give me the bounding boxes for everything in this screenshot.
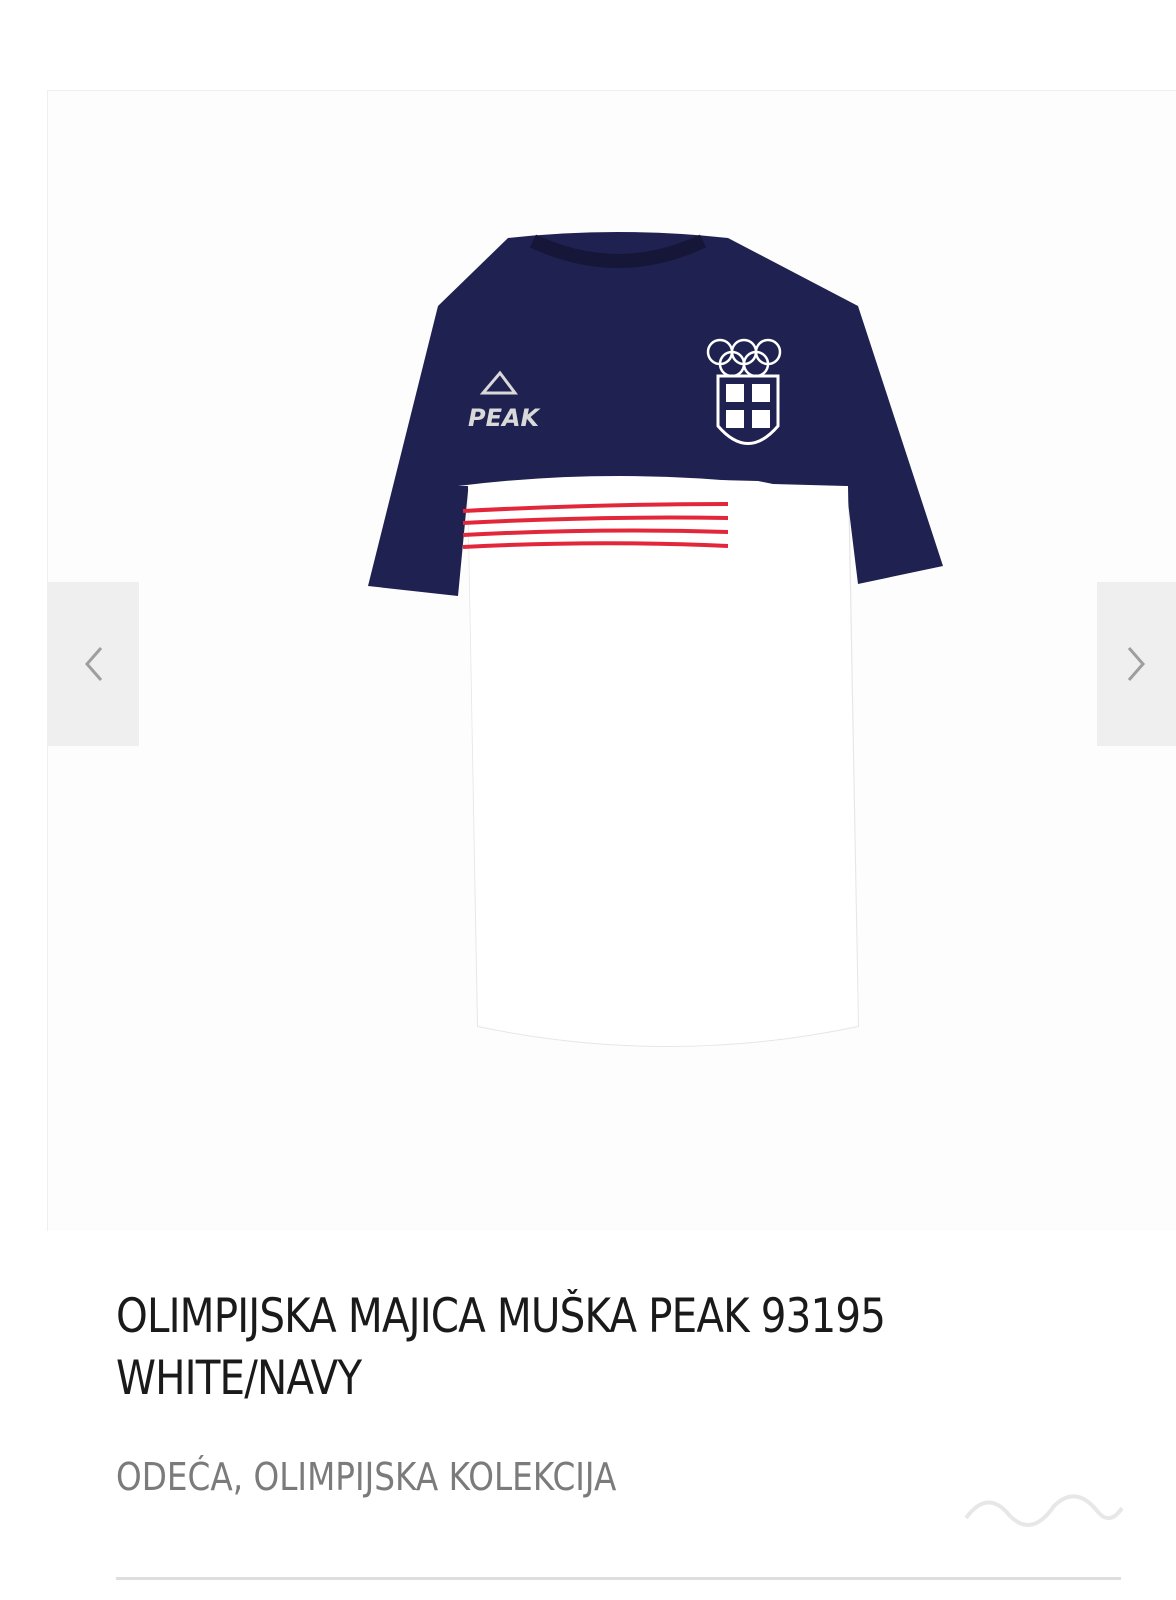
category-link[interactable]: ODEĆA [116,1455,233,1499]
product-categories: ODEĆA, OLIMPIJSKA KOLEKCIJA [116,1455,804,1499]
watermark-icon [964,1494,1124,1527]
product-title-line1: OLIMPIJSKA MAJICA MUŠKA PEAK 93195 [116,1289,886,1344]
category-separator: , [232,1455,254,1499]
chevron-left-icon [85,647,103,681]
gallery-next-button[interactable] [1097,582,1176,746]
svg-text:PEAK: PEAK [468,404,542,432]
chevron-right-icon [1127,647,1145,681]
category-link[interactable]: OLIMPIJSKA KOLEKCIJA [254,1455,617,1499]
product-title-line2: WHITE/NAVY [116,1351,362,1406]
product-gallery: PEAK [47,90,1176,1231]
divider [116,1577,1121,1580]
gallery-prev-button[interactable] [47,582,139,746]
product-image[interactable]: PEAK [158,186,1078,1106]
product-title: OLIMPIJSKA MAJICA MUŠKA PEAK 93195 WHITE… [116,1286,1002,1410]
